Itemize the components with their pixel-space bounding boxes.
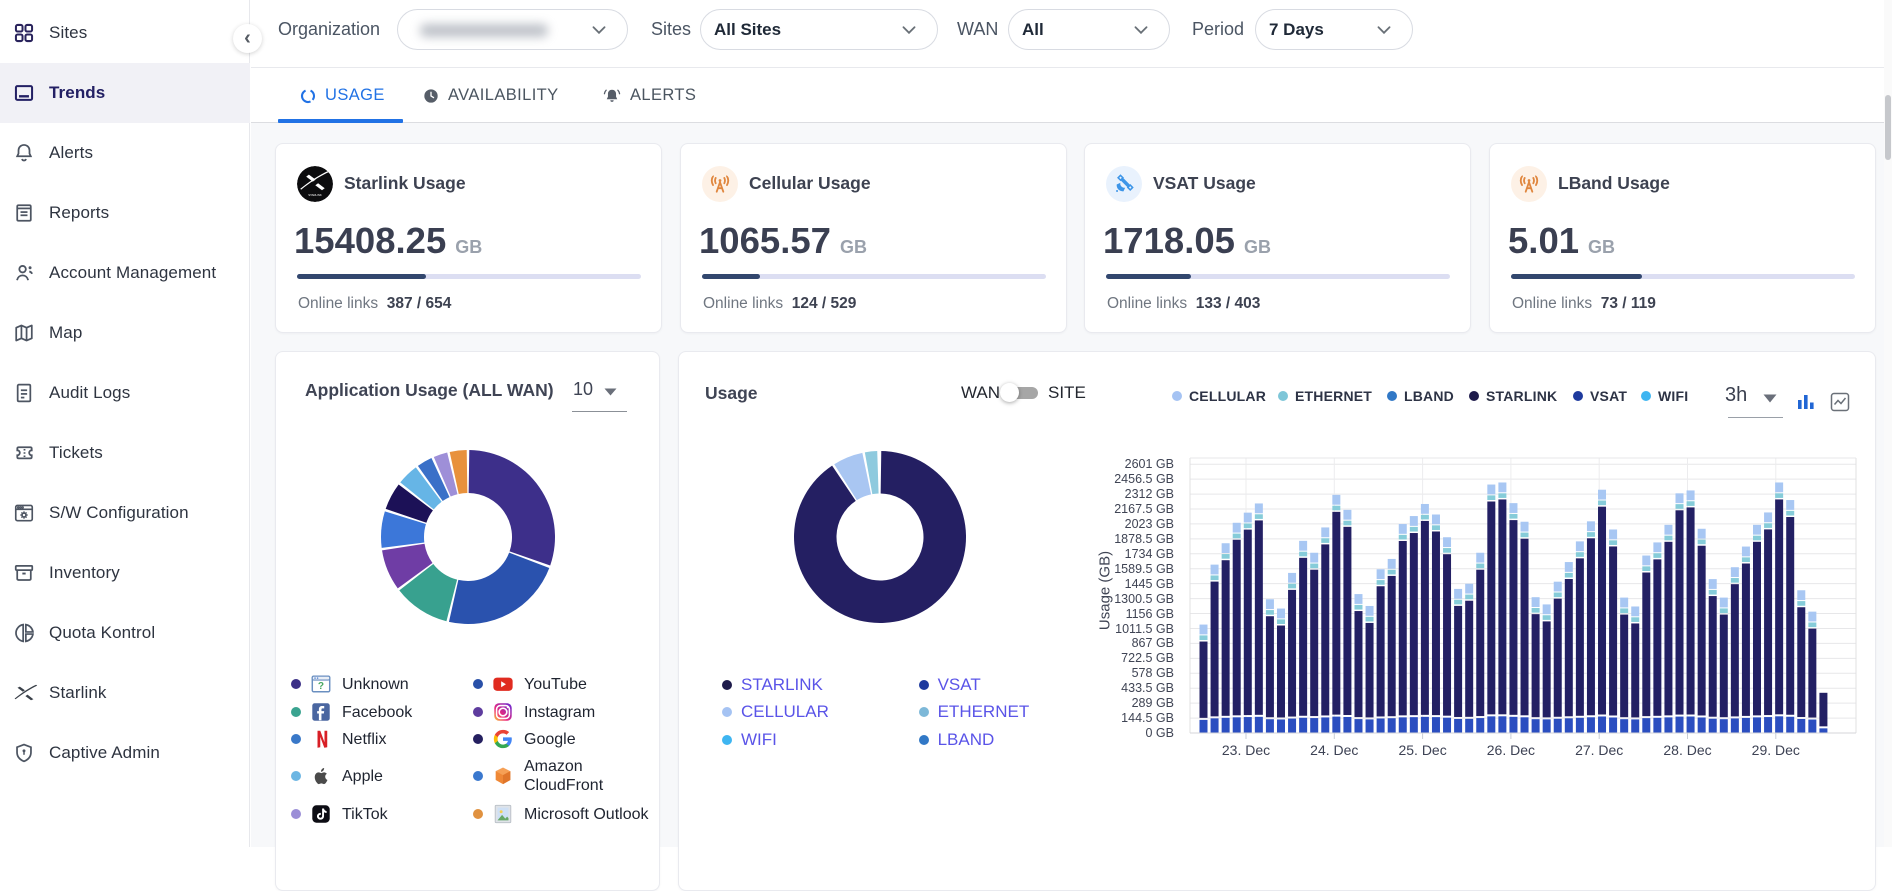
svg-text:STARLINK: STARLINK [308,193,322,197]
svg-text:?: ? [318,681,324,692]
